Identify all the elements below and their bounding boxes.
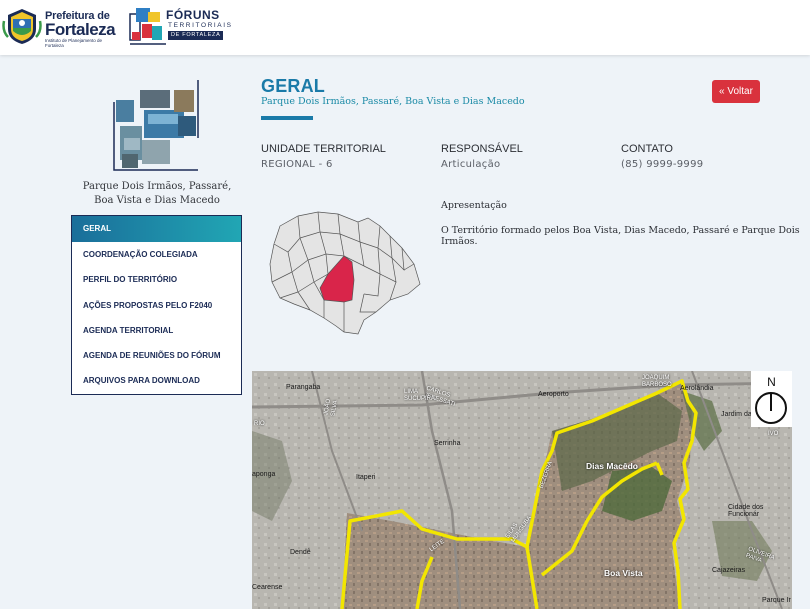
menu-item-perfil[interactable]: PERFIL DO TERRITÓRIO	[72, 267, 241, 292]
foruns-de: DE	[171, 32, 181, 38]
map-label-cidade-funcionarios: Cidade dos Funcionár	[728, 504, 764, 518]
menu-item-coordenacao[interactable]: COORDENAÇÃO COLEGIADA	[72, 242, 241, 267]
map-label-parangaba: Parangaba	[286, 384, 321, 391]
map-label-serrinha: Serrinha	[434, 440, 461, 447]
foruns-title: FÓRUNS	[166, 8, 220, 22]
page-title: GERAL	[261, 76, 325, 96]
territory-collage-image	[112, 80, 202, 175]
map-label-jardim: Jardim da	[721, 411, 752, 418]
prefeitura-logo[interactable]: Prefeitura de Fortaleza Instituto de Pla…	[2, 5, 122, 49]
menu-item-geral[interactable]: GERAL	[72, 216, 241, 242]
menu-item-reunioes[interactable]: AGENDA DE REUNIÕES DO FÓRUM	[72, 343, 241, 368]
compass-label: N	[767, 375, 776, 389]
info-label-responsavel: RESPONSÁVEL	[441, 143, 523, 155]
foruns-city: FORTALEZA	[182, 32, 221, 38]
territory-name: Parque Dois Irmãos, Passaré, Boa Vista e…	[82, 181, 232, 206]
street-label-lima: LIMA SUCUPIRA	[404, 389, 436, 402]
apresentacao-label: Apresentação	[441, 200, 507, 211]
menu-item-acoes[interactable]: AÇÕES PROPOSTAS PELO F2040	[72, 293, 241, 318]
foruns-city-badge: DE FORTALEZA	[168, 31, 224, 40]
territory-satellite-map[interactable]: Parangaba Aeroporto Aerolândia Jardim da…	[252, 371, 792, 609]
map-label-boa-vista: Boa Vista	[604, 568, 643, 578]
north-compass: N	[751, 371, 792, 427]
info-value-unidade: REGIONAL - 6	[261, 159, 333, 170]
info-value-contato: (85) 9999-9999	[621, 159, 704, 170]
compass-icon	[755, 392, 787, 424]
map-label-parque-iracema: Parque Ir	[762, 597, 791, 604]
top-header: Prefeitura de Fortaleza Instituto de Pla…	[0, 0, 810, 55]
back-button[interactable]: « Voltar	[712, 80, 760, 103]
map-label-aerolandia: Aerolândia	[680, 385, 714, 392]
district-locator-map	[269, 211, 421, 335]
city-crest-icon	[2, 9, 42, 44]
info-label-contato: CONTATO	[621, 143, 673, 155]
map-label-aeroporto: Aeroporto	[538, 391, 569, 398]
street-label-ivo: IVO	[768, 431, 779, 437]
apresentacao-text: O Território formado pelos Boa Vista, Di…	[441, 225, 800, 247]
info-value-responsavel: Articulação	[441, 159, 501, 170]
prefeitura-line2: Fortaleza	[45, 20, 116, 39]
title-underline	[261, 116, 313, 120]
foruns-subtitle: TERRITORIAIS	[168, 22, 233, 29]
prefeitura-line3: Instituto de Planejamento de Fortaleza	[45, 38, 103, 48]
menu-item-arquivos[interactable]: ARQUIVOS PARA DOWNLOAD	[72, 368, 241, 393]
foruns-mark-icon	[129, 8, 166, 45]
map-label-cajazeiras: Cajazeiras	[712, 567, 746, 574]
map-label-aponga: aponga	[252, 471, 276, 478]
sidebar-menu: GERAL COORDENAÇÃO COLEGIADA PERFIL DO TE…	[71, 215, 242, 395]
map-label-itaperi: Itaperi	[356, 474, 376, 481]
street-label-joaquim: JOAQUIM BARBOSO	[642, 375, 672, 388]
map-label-cearense: Cearense	[252, 584, 283, 591]
map-label-dende: Dendê	[290, 549, 311, 556]
street-label-rio: RIO	[254, 421, 265, 427]
foruns-logo[interactable]: FÓRUNS TERRITORIAIS DE FORTALEZA	[128, 6, 240, 46]
page-subtitle: Parque Dois Irmãos, Passaré, Boa Vista e…	[261, 96, 525, 107]
info-label-unidade: UNIDADE TERRITORIAL	[261, 143, 386, 155]
menu-item-agenda[interactable]: AGENDA TERRITORIAL	[72, 318, 241, 343]
map-label-dias-macedo: Dias Macêdo	[586, 461, 638, 471]
